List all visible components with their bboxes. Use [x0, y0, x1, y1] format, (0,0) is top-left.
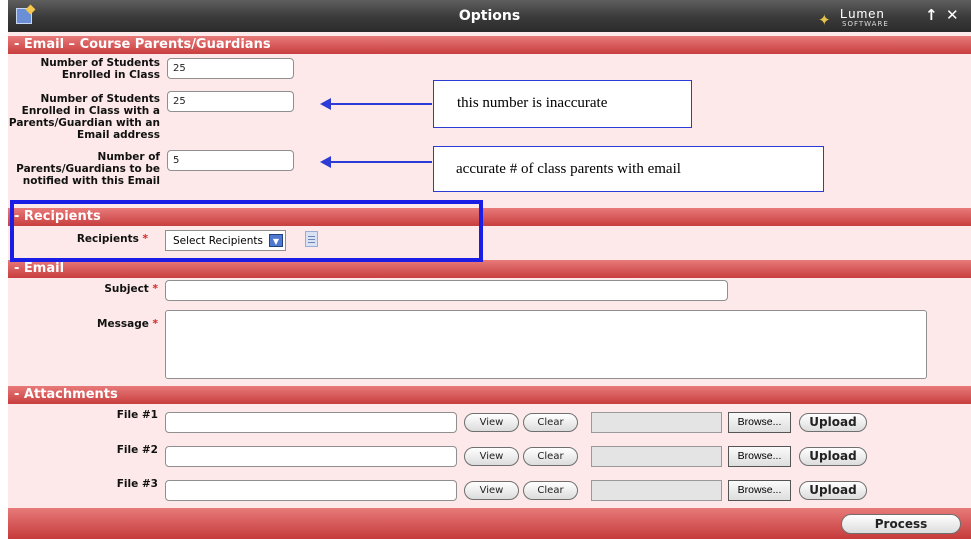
file-2-path-box [591, 446, 722, 467]
file-1-path-box [591, 412, 722, 433]
file-3-browse-button[interactable]: Browse... [728, 480, 791, 501]
message-label: Message * [8, 318, 158, 330]
annotation-highlight-recipients [10, 200, 483, 262]
students-enrolled-input[interactable]: 25 [167, 58, 294, 79]
file-1-clear-button[interactable]: Clear [523, 413, 578, 432]
students-with-email-input[interactable]: 25 [167, 91, 294, 112]
file-2-clear-button[interactable]: Clear [523, 447, 578, 466]
file-1-view-button[interactable]: View [464, 413, 519, 432]
annotation-arrow-2 [320, 156, 432, 168]
file-3-view-button[interactable]: View [464, 481, 519, 500]
pin-icon[interactable]: ↑ [925, 6, 938, 24]
file-2-input[interactable] [165, 446, 457, 467]
section-header-attachments[interactable]: - Attachments [8, 386, 971, 404]
title-bar: Options ✦ Lumen SOFTWARE ↑ ✕ [8, 0, 971, 32]
file-1-label: File #1 [116, 409, 158, 421]
process-button[interactable]: Process [841, 514, 961, 534]
footer-bar: Process [8, 508, 971, 539]
subject-label: Subject * [8, 283, 158, 295]
file-2-view-button[interactable]: View [464, 447, 519, 466]
subject-label-text: Subject [104, 283, 149, 295]
file-1-upload-button[interactable]: Upload [799, 413, 867, 432]
annotation-arrow-1 [320, 98, 432, 110]
subject-input[interactable] [165, 280, 728, 301]
stat-label-students-with-email: Number of Students Enrolled in Class wit… [8, 93, 160, 141]
stat-label-parents-notified: Number of Parents/Guardians to be notifi… [16, 151, 160, 187]
required-mark: * [152, 283, 159, 295]
required-mark: * [152, 318, 159, 330]
file-2-browse-button[interactable]: Browse... [728, 446, 791, 467]
close-icon[interactable]: ✕ [946, 6, 959, 24]
file-3-upload-button[interactable]: Upload [799, 481, 867, 500]
logo-name: Lumen [840, 6, 885, 21]
lumen-logo-icon: ✦ [818, 11, 831, 29]
file-1-input[interactable] [165, 412, 457, 433]
annotation-callout-accurate: accurate # of class parents with email [433, 146, 824, 192]
file-2-label: File #2 [116, 444, 158, 456]
parents-notified-input[interactable]: 5 [167, 150, 294, 171]
message-label-text: Message [97, 318, 149, 330]
stat-label-students-enrolled: Number of Students Enrolled in Class [40, 57, 160, 81]
section-header-email[interactable]: - Email [8, 260, 971, 278]
file-3-label: File #3 [116, 478, 158, 490]
file-1-browse-button[interactable]: Browse... [728, 412, 791, 433]
file-3-path-box [591, 480, 722, 501]
section-header-email-parents[interactable]: - Email – Course Parents/Guardians [8, 36, 971, 54]
message-textarea[interactable] [165, 310, 927, 379]
file-3-clear-button[interactable]: Clear [523, 481, 578, 500]
file-2-upload-button[interactable]: Upload [799, 447, 867, 466]
file-3-input[interactable] [165, 480, 457, 501]
logo-sub: SOFTWARE [842, 20, 889, 28]
annotation-callout-inaccurate: this number is inaccurate [433, 80, 692, 128]
